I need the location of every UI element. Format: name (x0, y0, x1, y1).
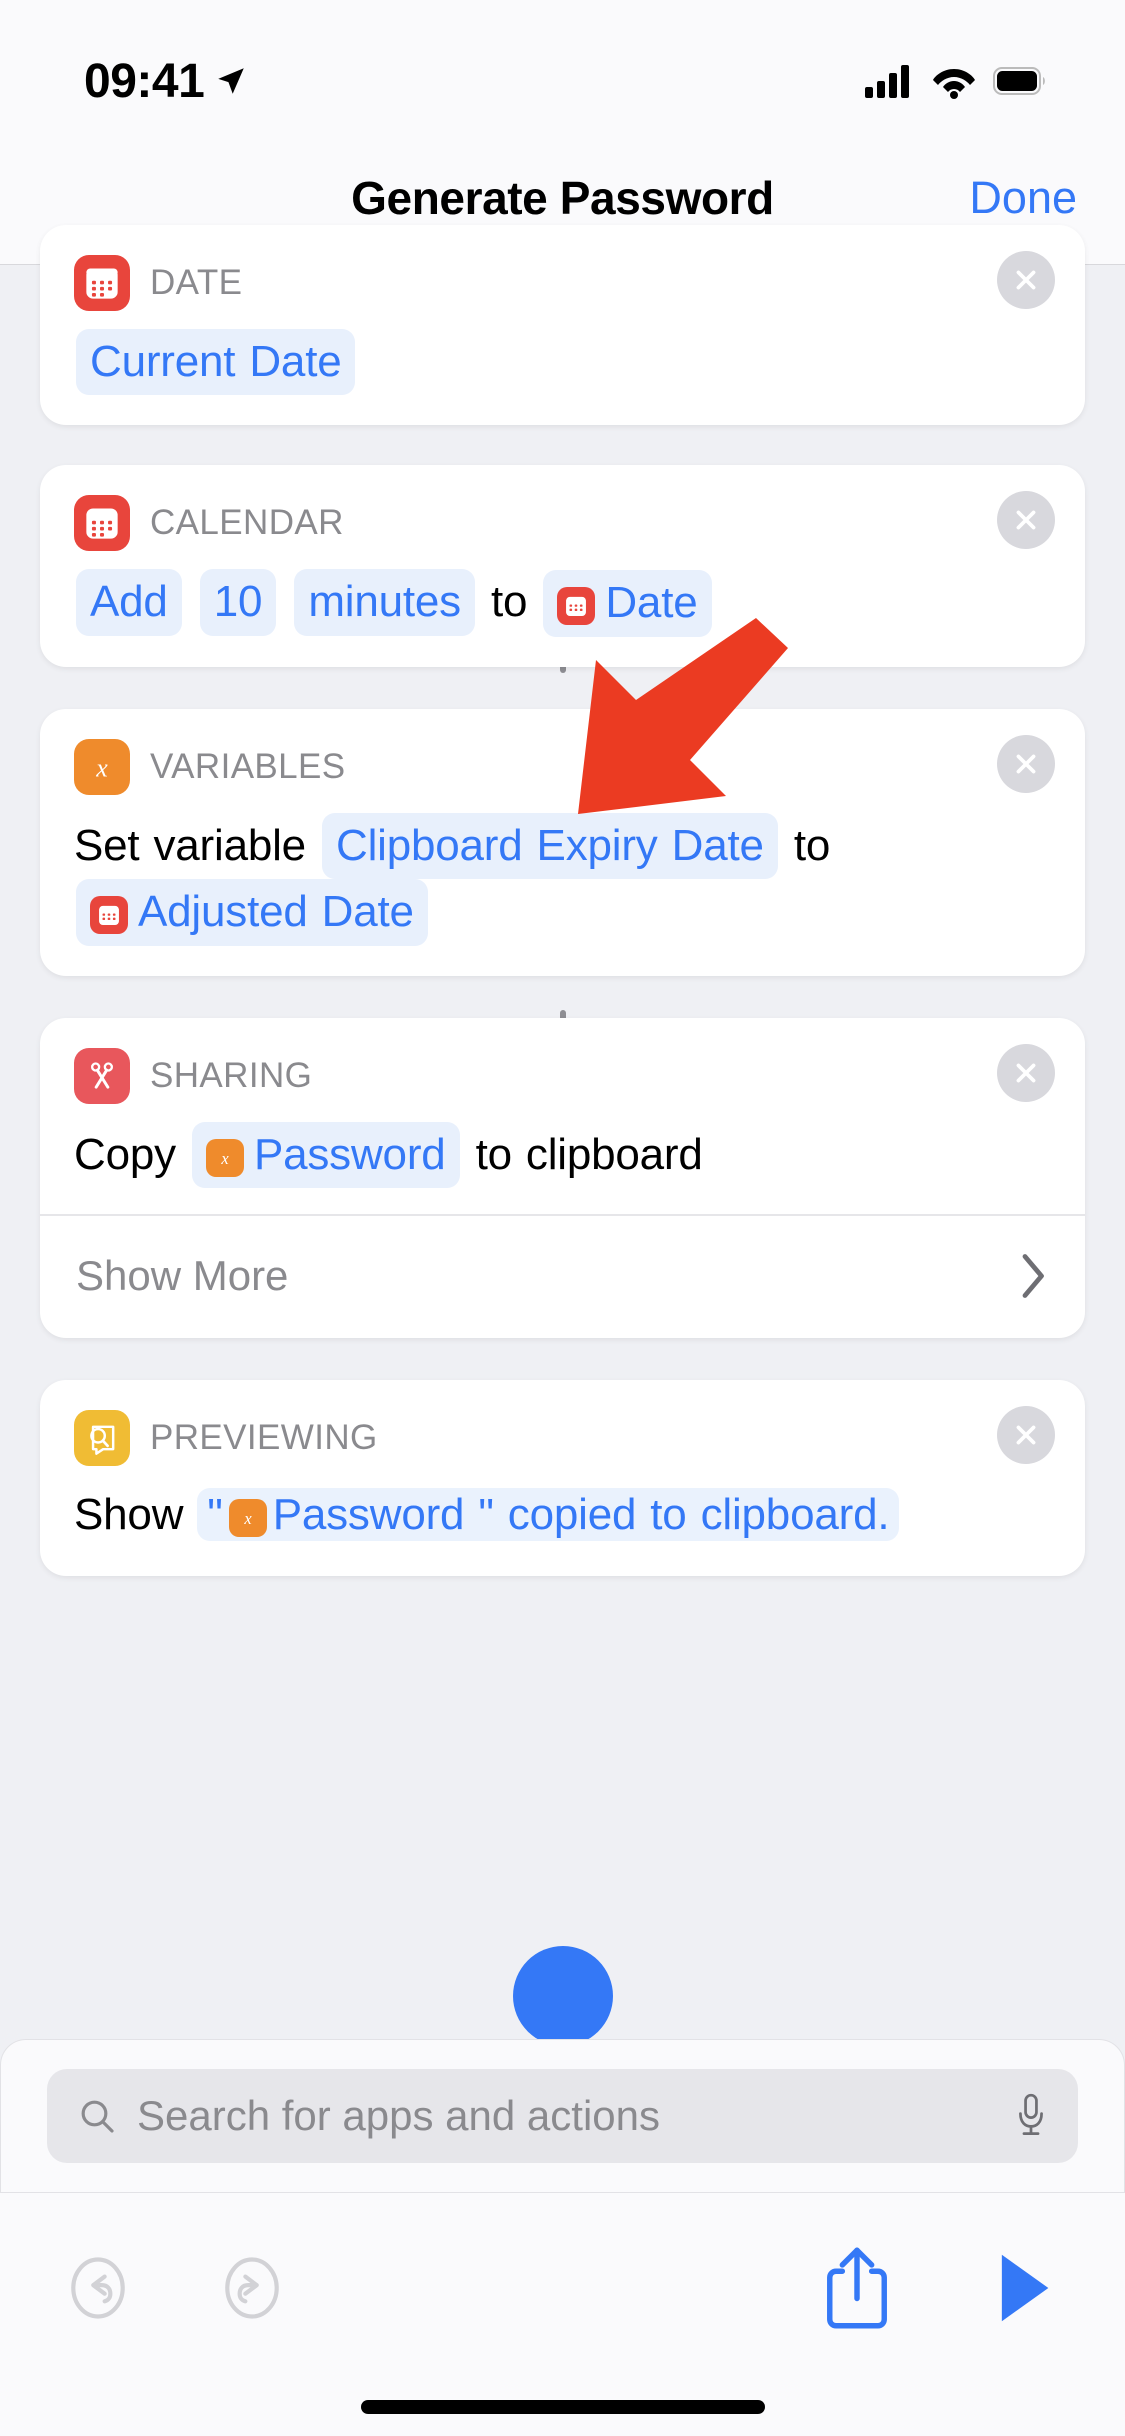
quick-look-icon (74, 1409, 130, 1466)
quote-open: " (207, 1489, 223, 1539)
show-more-row[interactable]: Show More (74, 1216, 1051, 1308)
remove-action-button[interactable] (997, 734, 1055, 793)
action-parameters: Show " x Password " copied to clipboard. (74, 1484, 1051, 1546)
action-app-label: PREVIEWING (150, 1417, 378, 1457)
parameter-chip-label: Clipboard Expiry Date (336, 820, 764, 870)
play-icon (1001, 2254, 1049, 2322)
parameter-chip-label: Adjusted Date (138, 887, 414, 937)
variable-x-icon: x (228, 1498, 267, 1537)
action-parameters: Copy x Password to clipboard (74, 1121, 1051, 1189)
variable-x-icon: x (74, 738, 130, 795)
iphone-screen: 09:41 Generate Password Done DATE Curren… (0, 0, 1125, 2436)
action-list: DATE Current Date CALENDAR Add 10 minute… (0, 225, 1125, 1577)
redo-button[interactable] (214, 2250, 290, 2326)
status-bar-left: 09:41 (84, 54, 248, 109)
close-icon (1016, 270, 1036, 290)
close-icon (1016, 511, 1036, 530)
redo-icon (225, 2257, 279, 2319)
parameter-static-text: to (491, 577, 528, 627)
action-card-sharing[interactable]: SHARING Copy x Password to clipboard Sho… (40, 1017, 1085, 1338)
parameter-chip-label: Current Date (90, 337, 342, 386)
undo-button[interactable] (60, 2250, 136, 2326)
battery-icon (993, 67, 1045, 95)
action-header: CALENDAR (74, 495, 1051, 552)
remove-action-button[interactable] (997, 1405, 1055, 1464)
run-button[interactable] (993, 2250, 1055, 2326)
close-icon (1016, 1425, 1036, 1445)
action-app-label: SHARING (150, 1055, 313, 1095)
page-title: Generate Password (351, 172, 774, 224)
search-icon (81, 2100, 114, 2133)
parameter-static-text: to (793, 820, 831, 870)
parameter-chip-unit[interactable]: minutes (294, 569, 475, 636)
search-input[interactable]: Search for apps and actions (47, 2069, 1078, 2163)
action-parameters: Set variable Clipboard Expiry Date to Ad… (74, 812, 1051, 946)
parameter-static-text: Set variable (74, 820, 306, 870)
status-bar: 09:41 (0, 0, 1125, 132)
add-action-circle[interactable] (512, 1946, 613, 2046)
svg-text:x: x (95, 753, 108, 782)
parameter-chip-label: Password (253, 1129, 446, 1179)
calendar-icon (557, 587, 596, 626)
action-parameters: Current Date (74, 329, 1051, 396)
share-icon (827, 2247, 887, 2329)
action-card-date[interactable]: DATE Current Date (40, 225, 1085, 426)
svg-text:x: x (243, 1508, 252, 1527)
parameter-static-text: to clipboard (475, 1129, 703, 1179)
parameter-static-text: Copy (74, 1129, 176, 1179)
remove-action-button[interactable] (997, 251, 1055, 309)
calendar-icon (74, 255, 130, 311)
home-indicator (360, 2400, 765, 2414)
parameter-chip-label: Date (605, 578, 698, 628)
status-bar-right (865, 63, 1047, 99)
parameter-text-field[interactable]: " x Password " copied to clipboard. (197, 1487, 900, 1541)
action-app-label: CALENDAR (150, 503, 344, 543)
action-app-label: DATE (150, 263, 243, 302)
action-app-label: VARIABLES (150, 746, 346, 786)
parameter-chip-add[interactable]: Add (76, 569, 182, 636)
action-header: PREVIEWING (74, 1409, 1051, 1466)
search-placeholder: Search for apps and actions (137, 2092, 660, 2139)
parameter-chip-date-variable[interactable]: Date (543, 570, 712, 637)
bottom-toolbar (0, 2192, 1125, 2436)
svg-text:x: x (220, 1149, 229, 1168)
parameter-chip-amount[interactable]: 10 (199, 569, 277, 636)
action-header: x VARIABLES (74, 738, 1051, 795)
inline-variable-label: Password (272, 1489, 465, 1539)
calendar-icon (74, 495, 130, 552)
wifi-icon (933, 69, 975, 99)
action-card-previewing[interactable]: PREVIEWING Show " x Password " copied to c… (40, 1379, 1085, 1577)
show-more-label: Show More (76, 1251, 289, 1299)
undo-icon (71, 2257, 125, 2319)
preview-message-tail: " copied to clipboard. (478, 1489, 890, 1539)
action-parameters: Add 10 minutes to Date (74, 569, 1051, 637)
location-arrow-icon (218, 68, 245, 94)
action-header: DATE (74, 255, 1051, 311)
parameter-chip-label: minutes (308, 577, 461, 627)
parameter-chip-adjusted-date[interactable]: Adjusted Date (76, 879, 428, 946)
parameter-chip-password-variable[interactable]: x Password (191, 1121, 460, 1189)
action-card-calendar[interactable]: CALENDAR Add 10 minutes to Date (40, 465, 1085, 667)
parameter-static-text: Show (74, 1489, 184, 1539)
microphone-icon[interactable] (1014, 2092, 1048, 2140)
parameter-chip-label: Add (90, 577, 168, 627)
share-button[interactable] (821, 2244, 893, 2332)
toolbar-buttons (0, 2193, 1125, 2353)
done-button[interactable]: Done (969, 172, 1077, 224)
remove-action-button[interactable] (997, 1043, 1055, 1102)
parameter-chip-variable-name[interactable]: Clipboard Expiry Date (322, 812, 778, 880)
action-search-panel: Search for apps and actions (0, 2039, 1125, 2192)
parameter-chip-label: 10 (213, 577, 263, 627)
variable-x-icon: x (205, 1138, 244, 1177)
chevron-right-icon (1022, 1253, 1044, 1298)
scissors-icon (74, 1047, 130, 1104)
close-icon (1016, 1063, 1036, 1083)
action-card-variables[interactable]: x VARIABLES Set variable Clipboard Expir… (40, 708, 1085, 976)
status-bar-time: 09:41 (84, 54, 205, 108)
action-header: SHARING (74, 1047, 1051, 1104)
calendar-icon (90, 896, 128, 935)
cellular-signal-icon (865, 65, 909, 98)
close-icon (1016, 754, 1036, 774)
parameter-chip[interactable]: Current Date (76, 329, 356, 396)
